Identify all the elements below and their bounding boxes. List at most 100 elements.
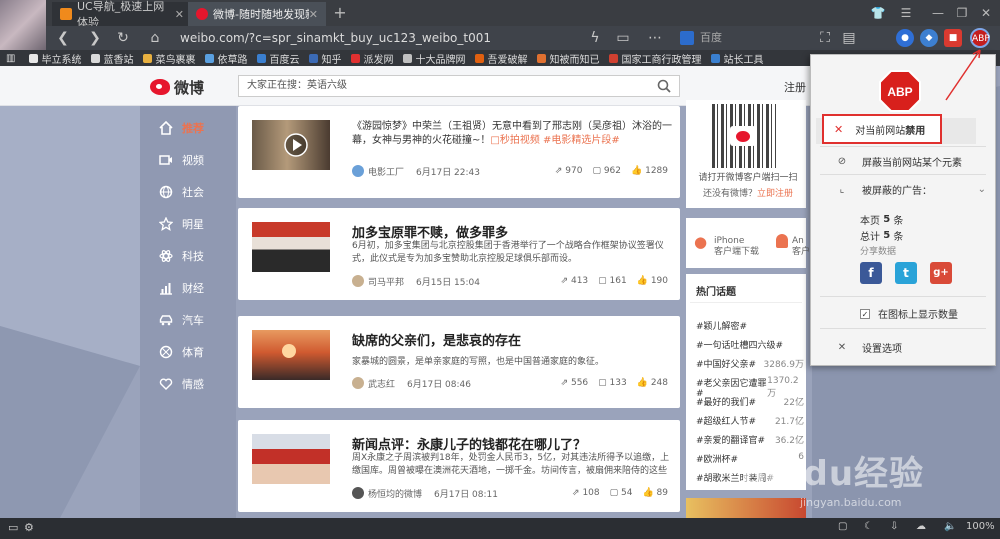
abp-blocked-ads-header[interactable]: ⌞ 被屏蔽的广告： ⌄ [836,182,986,197]
bookmark-item[interactable]: 毕立系统 [29,51,81,66]
restore-button[interactable]: ❐ [952,4,972,22]
register-link[interactable]: 注册 [784,79,806,95]
google-plus-share-button[interactable]: g+ [930,262,952,284]
nav-item-car[interactable]: 汽车 [158,310,228,330]
ext-blue-icon[interactable]: ● [896,29,914,47]
author-name[interactable]: 电影工厂 [368,165,404,178]
nav-item-emotion[interactable]: 情感 [158,374,228,394]
bookmark-toggle-icon[interactable]: ▥ [6,53,15,64]
bookmark-item[interactable]: 知乎 [309,51,341,66]
menu-icon[interactable]: ☰ [896,4,916,22]
speaker-icon[interactable]: 🔈 [944,521,956,532]
hot-topic-item[interactable]: #超级红人节# 21.7亿 [696,414,804,427]
lightning-icon[interactable]: ϟ [586,29,604,47]
feed-card[interactable]: 《游园惊梦》中荣兰（王祖贤）无意中看到了邢志刚（吴彦祖）沐浴的一幕，女神与男神的… [238,106,680,198]
feed-tag[interactable]: □秒拍视频 #电影精选片段# [490,135,619,146]
like-count[interactable]: 👍 190 [637,276,668,286]
abp-show-count-checkbox[interactable]: ✓ 在图标上显示数量 [860,306,958,321]
search-icon[interactable] [656,78,672,94]
nav-item-recommend[interactable]: 推荐 [158,118,228,138]
nav-item-sports[interactable]: 体育 [158,342,228,362]
twitter-share-button[interactable]: t [895,262,917,284]
refresh-button[interactable]: ↻ [114,29,132,47]
baidu-paw-icon[interactable] [680,31,694,45]
hot-topic-item[interactable]: #一句话吐槽四六级# [696,338,804,351]
nav-item-tech[interactable]: 科技 [158,246,228,266]
bookmark-item[interactable]: 蓝香站 [91,51,133,66]
news-thumbnail[interactable] [252,222,330,272]
skin-icon[interactable]: 👕 [868,4,888,22]
comment-count[interactable]: ▢ 962 [592,166,621,176]
comment-count[interactable]: ▢ 161 [598,276,627,286]
sidebar-icon[interactable]: ▤ [840,29,858,47]
night-mode-icon[interactable]: ☾ [864,521,873,532]
hot-topic-item[interactable]: #颖儿解密# [696,319,804,332]
hot-topic-item[interactable]: #亲爱的翻译官# 36.2亿 [696,433,804,446]
back-button[interactable]: ❮ [54,29,72,47]
ext-shield-icon[interactable]: ◆ [920,29,938,47]
nav-item-finance[interactable]: 财经 [158,278,228,298]
banner-image[interactable] [686,498,806,518]
feed-title[interactable]: 加多宝原罪不赎，做多罪多 [352,222,670,241]
comment-count[interactable]: ▢ 54 [610,488,633,498]
author-avatar[interactable] [352,275,364,287]
feed-title[interactable]: 新闻点评：永康儿子的钱都花在哪儿了？ [352,434,670,453]
author-avatar[interactable] [352,377,364,389]
share-count[interactable]: ⇗ 556 [561,378,589,388]
video-icon[interactable]: ▭ [614,29,632,47]
iphone-download-link[interactable]: iPhone 客户端下载 [714,236,759,258]
register-now-link[interactable]: 立即注册 [757,189,793,199]
hot-topic-item[interactable]: #最好的我们# 22亿 [696,395,804,408]
android-download-link[interactable]: An 客户 [792,236,810,258]
bookmark-item[interactable]: 国家工商行政管理 [609,51,701,66]
author-name[interactable]: 司马平邦 [368,275,404,288]
new-tab-button[interactable]: + [330,4,350,24]
bookmark-item[interactable]: 依草路 [205,51,247,66]
author-name[interactable]: 武志红 [368,377,395,390]
android-icon[interactable] [776,234,788,248]
close-tab-icon[interactable]: ✕ [309,8,318,21]
bookmark-item[interactable]: 菜鸟裹裹 [143,51,195,66]
video-thumbnail[interactable] [252,120,330,170]
settings-gear-icon[interactable]: ⚙ [24,521,34,534]
abp-disable-site-button[interactable]: ✕ 对当前网站 禁用 [822,114,942,144]
share-count[interactable]: ⇗ 108 [572,488,600,498]
feed-title[interactable]: 缺席的父亲们，是悲哀的存在 [352,330,670,349]
nav-item-star[interactable]: 明星 [158,214,228,234]
checkbox-checked-icon[interactable]: ✓ [860,308,870,319]
comment-count[interactable]: ▢ 133 [598,378,627,388]
sunset-thumbnail[interactable] [252,330,330,380]
search-engine-label[interactable]: 百度 [700,29,722,47]
tab-uc-nav[interactable]: UC导航_极速上网体验 ✕ [52,0,192,29]
user-avatar[interactable] [0,0,46,50]
author-name[interactable]: 杨恒均的微博 [368,487,422,500]
abp-settings-item[interactable]: ✕ 设置选项 [836,340,902,355]
apple-icon[interactable]: ● [694,234,708,250]
bookmark-item[interactable]: 派发网 [351,51,393,66]
download-icon[interactable]: ⇩ [890,521,898,532]
bookmark-item[interactable]: 百度云 [257,51,299,66]
minimize-button[interactable]: — [928,4,948,22]
share-count[interactable]: ⇗ 970 [555,166,583,176]
screenshot-icon[interactable]: ⛶ [816,29,834,47]
feed-card[interactable]: 加多宝原罪不赎，做多罪多 6月初，加多宝集团与北京控股集团于香港举行了一个战略合… [238,208,680,300]
abp-block-element-item[interactable]: ⊘ 屏蔽当前网站某个元素 [836,154,962,169]
bookmark-item[interactable]: 吾爱破解 [475,51,527,66]
like-count[interactable]: 👍 248 [637,378,668,388]
camera-icon[interactable]: ▭ [8,521,18,534]
page-tools-icon[interactable]: ⋯ [646,29,664,47]
author-avatar[interactable] [352,165,364,177]
tab-weibo[interactable]: 微博-随时随地发现新 ✕ [188,2,326,26]
feed-desc[interactable]: 《游园惊梦》中荣兰（王祖贤）无意中看到了邢志刚（吴彦祖）沐浴的一幕，女神与男神的… [352,120,672,148]
news-thumbnail[interactable] [252,434,330,484]
bookmark-item[interactable]: 知被而知已 [537,51,599,66]
facebook-share-button[interactable]: f [860,262,882,284]
cloud-icon[interactable]: ☁ [916,521,926,532]
like-count[interactable]: 👍 1289 [631,166,668,176]
bookmark-item[interactable]: 站长工具 [711,51,763,66]
author-avatar[interactable] [352,487,364,499]
like-count[interactable]: 👍 89 [642,488,668,498]
hot-topic-item[interactable]: #中国好父亲# 3286.9万 [696,357,804,370]
nav-item-society[interactable]: 社会 [158,182,228,202]
status-icon[interactable]: ▢ [838,521,847,532]
